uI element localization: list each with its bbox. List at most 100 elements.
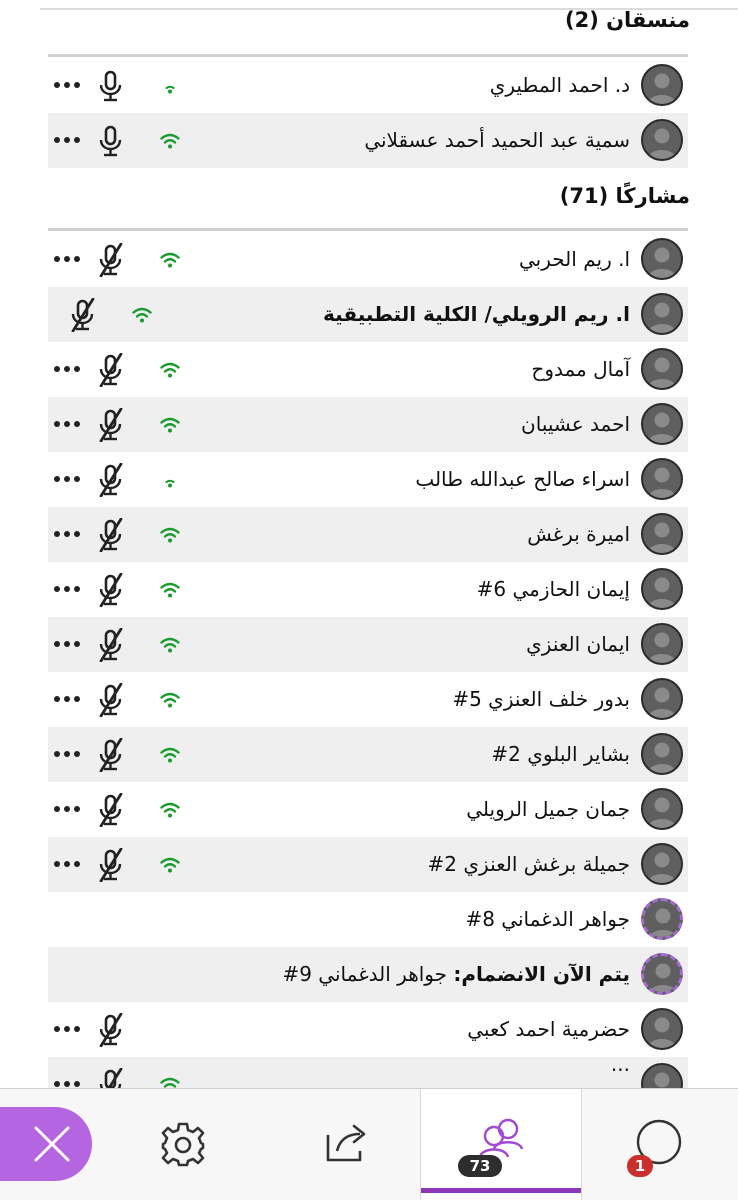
- avatar-silhouette-icon: [648, 1017, 676, 1048]
- participant-name: يتم الآن الانضمام: جواهر الدغماني 9#: [282, 947, 630, 1002]
- avatar: [641, 843, 683, 885]
- signal-strong-icon: [132, 307, 152, 323]
- avatar-silhouette-icon: [648, 522, 676, 553]
- mic-icon[interactable]: [98, 124, 124, 158]
- moderators-list: د. احمد المطيري سمية عبد الحميد أحمد عسقل…: [48, 58, 688, 168]
- participant-row[interactable]: جميلة برغش العنزي 2#: [48, 837, 688, 892]
- more-options-icon[interactable]: [52, 74, 84, 96]
- more-options-icon[interactable]: [52, 248, 84, 270]
- close-icon: [34, 1126, 70, 1162]
- share-icon: [326, 1124, 366, 1162]
- avatar-silhouette-icon: [648, 797, 676, 828]
- mic-muted-icon[interactable]: [98, 738, 124, 772]
- mic-muted-icon[interactable]: [98, 683, 124, 717]
- participant-row[interactable]: آمال ممدوح: [48, 342, 688, 397]
- avatar-silhouette-icon: [648, 632, 676, 663]
- participant-name: جمان جميل الرويلي: [466, 797, 630, 821]
- signal-strong-icon: [160, 252, 180, 268]
- avatar-silhouette-icon: [648, 302, 676, 333]
- more-options-icon[interactable]: [52, 1018, 84, 1040]
- participant-row[interactable]: اسراء صالح عبدالله طالب: [48, 452, 688, 507]
- mic-muted-icon[interactable]: [98, 1013, 124, 1047]
- mic-muted-icon[interactable]: [98, 353, 124, 387]
- avatar: [641, 788, 683, 830]
- joining-status-label: يتم الآن الانضمام:: [453, 962, 630, 986]
- more-options-icon[interactable]: [52, 578, 84, 600]
- more-options-icon[interactable]: [52, 798, 84, 820]
- avatar-silhouette-icon: [648, 742, 676, 773]
- participant-name: بشاير البلوي 2#: [491, 742, 630, 766]
- participants-list: ا. ريم الحربي ا. ريم الرويلي/ الكلية التط…: [48, 232, 688, 1112]
- more-options-icon[interactable]: [52, 743, 84, 765]
- participant-row[interactable]: احمد عشيبان: [48, 397, 688, 452]
- participants-section-title: مشاركًا (71): [559, 184, 690, 208]
- participant-row[interactable]: اميرة برغش: [48, 507, 688, 562]
- active-tab-indicator: [421, 1188, 581, 1193]
- moderators-section-title: منسقان (2): [564, 8, 690, 32]
- participant-row[interactable]: سمية عبد الحميد أحمد عسقلاني: [48, 113, 688, 168]
- participant-row[interactable]: يتم الآن الانضمام: جواهر الدغماني 9#: [48, 947, 688, 1002]
- participant-name: ايمان العنزي: [526, 632, 630, 656]
- avatar: [641, 348, 683, 390]
- mic-muted-icon[interactable]: [98, 463, 124, 497]
- participant-row[interactable]: ا. ريم الرويلي/ الكلية التطبيقية: [48, 287, 688, 342]
- participant-name: حضرمية احمد كعبي: [467, 1017, 630, 1041]
- moderators-divider: [48, 54, 688, 57]
- signal-strong-icon: [160, 582, 180, 598]
- mic-muted-icon[interactable]: [98, 848, 124, 882]
- participant-name: اميرة برغش: [527, 522, 630, 546]
- participants-divider: [48, 228, 688, 231]
- participant-row[interactable]: د. احمد المطيري: [48, 58, 688, 113]
- people-tab[interactable]: 73: [420, 1089, 582, 1200]
- more-options-icon[interactable]: [52, 413, 84, 435]
- mic-muted-icon[interactable]: [98, 408, 124, 442]
- bottom-toolbar: 73 1: [0, 1088, 738, 1200]
- mic-muted-icon[interactable]: [98, 518, 124, 552]
- avatar-silhouette-icon: [648, 357, 676, 388]
- avatar: [641, 403, 683, 445]
- avatar: [641, 513, 683, 555]
- settings-tab[interactable]: [140, 1089, 228, 1200]
- signal-strong-icon: [160, 692, 180, 708]
- signal-strong-icon: [160, 637, 180, 653]
- gear-icon: [161, 1122, 205, 1167]
- people-count-badge: 73: [458, 1155, 502, 1177]
- signal-strong-icon: [160, 417, 180, 433]
- more-options-icon[interactable]: [52, 853, 84, 875]
- participant-row[interactable]: جمان جميل الرويلي: [48, 782, 688, 837]
- mic-muted-icon[interactable]: [98, 628, 124, 662]
- mic-icon[interactable]: [98, 69, 124, 103]
- more-options-icon[interactable]: [52, 633, 84, 655]
- avatar: [641, 953, 683, 995]
- leave-session-button[interactable]: [0, 1107, 92, 1181]
- participant-name: ...: [610, 1052, 630, 1076]
- more-options-icon[interactable]: [52, 523, 84, 545]
- participant-row[interactable]: حضرمية احمد كعبي: [48, 1002, 688, 1057]
- signal-weak-icon: [165, 479, 175, 488]
- participant-name: د. احمد المطيري: [489, 73, 630, 97]
- participant-name: جميلة برغش العنزي 2#: [427, 852, 630, 876]
- avatar-silhouette-icon: [648, 687, 676, 718]
- participant-name: ا. ريم الحربي: [519, 247, 630, 271]
- participant-row[interactable]: ا. ريم الحربي: [48, 232, 688, 287]
- avatar-silhouette-icon: [648, 128, 676, 159]
- participants-panel: منسقان (2) د. احمد المطيري سمية عبد الحمي…: [0, 0, 738, 1200]
- more-options-icon[interactable]: [52, 468, 84, 490]
- participant-row[interactable]: إيمان الحازمي 6#: [48, 562, 688, 617]
- mic-muted-icon[interactable]: [98, 243, 124, 277]
- chat-tab[interactable]: 1: [615, 1089, 703, 1200]
- participant-row[interactable]: بشاير البلوي 2#: [48, 727, 688, 782]
- participant-row[interactable]: جواهر الدغماني 8#: [48, 892, 688, 947]
- avatar: [641, 119, 683, 161]
- more-options-icon[interactable]: [52, 358, 84, 380]
- share-tab[interactable]: [300, 1089, 388, 1200]
- avatar-silhouette-icon: [648, 577, 676, 608]
- participant-row[interactable]: بدور خلف العنزي 5#: [48, 672, 688, 727]
- mic-muted-icon[interactable]: [98, 573, 124, 607]
- mic-muted-icon[interactable]: [70, 298, 96, 332]
- more-options-icon[interactable]: [52, 688, 84, 710]
- participant-row[interactable]: ايمان العنزي: [48, 617, 688, 672]
- more-options-icon[interactable]: [52, 129, 84, 151]
- mic-muted-icon[interactable]: [98, 793, 124, 827]
- chat-unread-badge: 1: [627, 1155, 653, 1177]
